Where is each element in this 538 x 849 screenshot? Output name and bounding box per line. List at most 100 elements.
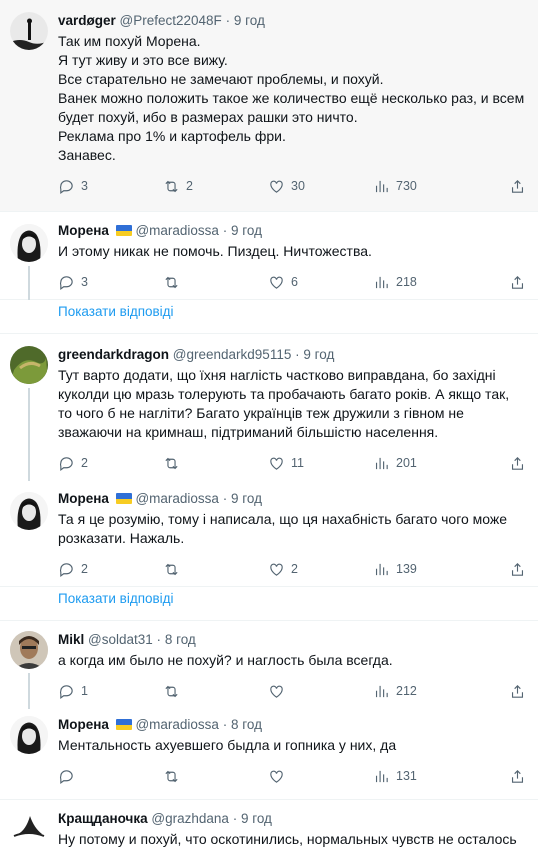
views-button[interactable]: 218 [373,274,478,291]
heart-icon [270,770,283,783]
tweet-actions: 2 2 139 [58,552,526,586]
reply-icon [59,179,73,194]
author-handle[interactable]: @maradiossa [135,223,219,238]
views-button[interactable]: 201 [373,455,478,472]
retweet-icon [165,180,178,192]
views-button[interactable]: 212 [373,683,478,700]
ukraine-flag-icon [115,719,132,730]
author-name[interactable]: greendarkdragon [58,347,169,362]
retweet-icon [165,563,178,575]
share-button[interactable] [509,561,526,578]
reply-button[interactable]: 2 [58,455,163,472]
reply-button[interactable]: 1 [58,683,163,700]
retweet-icon [165,457,178,469]
share-icon [511,684,524,698]
avatar[interactable] [10,716,48,754]
share-button[interactable] [509,768,526,785]
author-name[interactable]: Морена [58,717,109,732]
tweet-text: Ну потому и похуй, что оскотинились, нор… [58,831,517,847]
author-handle[interactable]: @Prefect22048F [120,13,222,28]
avatar[interactable] [10,631,48,669]
views-icon [375,685,388,697]
tweet[interactable]: greendarkdragon @greendarkd95115 · 9 год… [0,334,538,481]
like-button[interactable] [268,768,373,785]
avatar[interactable] [10,492,48,530]
tweet[interactable]: Морена @maradiossa · 9 год И этому никак… [0,212,538,300]
ukraine-flag-icon [115,493,132,504]
tweet[interactable]: Морена @maradiossa · 9 год Та я це розум… [0,480,538,587]
thread-line [28,388,30,481]
like-button[interactable]: 11 [268,455,373,472]
timestamp[interactable]: 9 год [231,223,262,238]
reply-icon [59,456,73,471]
timestamp[interactable]: 9 год [303,347,334,362]
tweet-text: Ментальность ахуевшего быдла и гопника у… [58,737,397,753]
tweet[interactable]: Mikl @soldat31 · 8 год а когда им было н… [0,621,538,709]
author-handle[interactable]: @greendarkd95115 [173,347,292,362]
retweet-icon [165,770,178,782]
timestamp[interactable]: 8 год [231,717,262,732]
tweet-text: И этому никак не помочь. Пиздец. Ничтоже… [58,243,372,259]
avatar[interactable] [10,346,48,384]
like-button[interactable] [268,683,373,700]
retweet-button[interactable] [163,274,268,291]
tweet-text: Та я це розумію, тому і написала, що ця … [58,511,508,546]
reply-icon [59,769,73,784]
tweet[interactable]: Морена @maradiossa · 8 год Ментальность … [0,708,538,800]
share-button[interactable] [509,178,526,195]
author-handle[interactable]: @maradiossa [135,717,219,732]
like-button[interactable]: 6 [268,274,373,291]
timestamp[interactable]: 9 год [234,13,265,28]
show-replies-link[interactable]: Показати відповіді [0,300,538,334]
author-name[interactable]: vardøger [58,13,116,28]
share-icon [511,769,524,783]
avatar[interactable] [10,12,48,50]
views-icon [375,563,388,575]
share-button[interactable] [509,683,526,700]
retweet-button[interactable] [163,561,268,578]
views-button[interactable]: 131 [373,768,478,785]
tweet[interactable]: vardøger @Prefect22048F · 9 год Так им п… [0,0,538,212]
share-button[interactable] [509,274,526,291]
reply-button[interactable] [58,768,163,785]
share-button[interactable] [509,455,526,472]
author-name[interactable]: Морена [58,491,109,506]
ukraine-flag-icon [115,225,132,236]
avatar[interactable] [10,224,48,262]
timestamp[interactable]: 8 год [165,632,196,647]
reply-icon [59,684,73,699]
like-button[interactable]: 30 [268,178,373,195]
author-name[interactable]: Кращданочка [58,811,148,826]
views-icon [375,180,388,192]
reply-button[interactable]: 3 [58,178,163,195]
author-handle[interactable]: @maradiossa [135,491,219,506]
views-icon [375,770,388,782]
like-button[interactable]: 2 [268,561,373,578]
reply-button[interactable]: 2 [58,561,163,578]
author-name[interactable]: Морена [58,223,109,238]
show-replies-link[interactable]: Показати відповіді [0,587,538,621]
views-icon [375,457,388,469]
views-button[interactable]: 730 [373,178,478,195]
timestamp[interactable]: 9 год [231,491,262,506]
retweet-button[interactable]: 2 [163,178,268,195]
retweet-button[interactable] [163,455,268,472]
tweet[interactable]: Кращданочка @grazhdana · 9 год Ну потому… [0,800,538,849]
share-icon [511,562,524,576]
reply-button[interactable]: 3 [58,274,163,291]
retweet-button[interactable] [163,683,268,700]
share-icon [511,179,524,193]
author-handle[interactable]: @grazhdana [151,811,229,826]
heart-icon [270,685,283,698]
tweet-actions: 131 [58,759,526,793]
views-button[interactable]: 139 [373,561,478,578]
avatar[interactable] [10,808,48,846]
retweet-button[interactable] [163,768,268,785]
thread-line [28,673,30,709]
tweet-text: а когда им было не похуй? и наглость был… [58,652,393,668]
timestamp[interactable]: 9 год [241,811,272,826]
share-icon [511,275,524,289]
author-name[interactable]: Mikl [58,632,84,647]
author-handle[interactable]: @soldat31 [88,632,153,647]
views-icon [375,276,388,288]
